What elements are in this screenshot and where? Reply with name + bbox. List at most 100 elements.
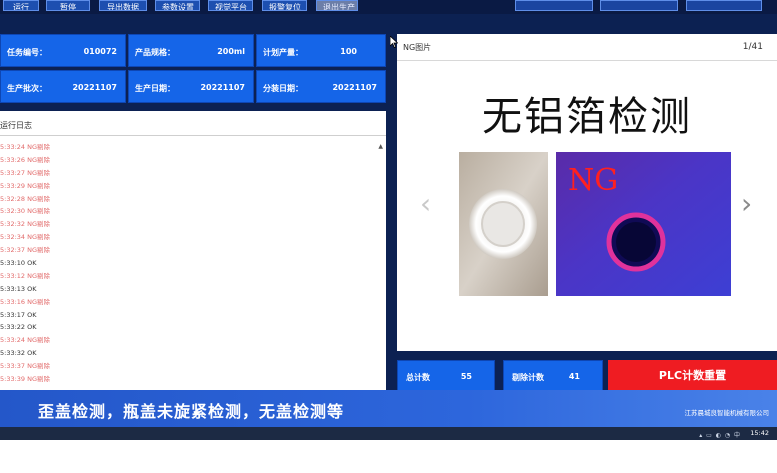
log-entry-status: NG剔除	[27, 297, 51, 306]
production-date-cell: 生产日期： 20221107	[128, 70, 254, 103]
parameter-settings-button[interactable]: 参数设置	[155, 0, 200, 11]
log-entry: 5:33:12 NG剔除	[0, 270, 370, 283]
production-batch-cell: 生产批次： 20221107	[0, 70, 126, 103]
packing-date-label: 分装日期：	[263, 84, 303, 93]
run-log-divider	[0, 135, 386, 136]
log-entry: 5:33:32 OK	[0, 347, 370, 360]
hmi-screen: 运行 暂停 导出数据 参数设置 视觉平台 报警复位 退出生产 任务编号： 010…	[0, 0, 777, 440]
toolbar-button-blank-2[interactable]	[600, 0, 678, 11]
run-button[interactable]: 运行	[3, 0, 39, 11]
log-entry: 5:33:37 NG剔除	[0, 360, 370, 373]
log-entry-status: OK	[27, 310, 37, 319]
log-entry-time: 5:33:12	[0, 271, 26, 280]
log-entry-status: OK	[27, 323, 37, 332]
product-spec-label: 产品规格：	[135, 48, 175, 57]
log-entry-status: NG剔除	[27, 233, 51, 242]
log-entry-time: 5:33:32	[0, 349, 26, 358]
product-spec-cell: 产品规格： 200ml	[128, 34, 254, 67]
log-entry: 5:32:30 NG剔除	[0, 205, 370, 218]
video-subtitle-bar: 歪盖检测，瓶盖未旋紧检测，无盖检测等 江苏晨城良智能机械有限公司	[0, 390, 777, 427]
log-entry: 5:33:22 OK	[0, 321, 370, 334]
log-entry-status: NG剔除	[27, 181, 51, 190]
run-log-list[interactable]: 5:33:24 NG剔除 5:33:26 NG剔除 5:33:27 NG剔除 5:33…	[0, 141, 370, 390]
log-entry-status: OK	[27, 259, 37, 268]
log-entry-time: 5:33:13	[0, 284, 26, 293]
reject-count-cell: 剔除计数 41	[503, 360, 603, 391]
log-entry: 5:33:39 NG剔除	[0, 373, 370, 386]
log-entry: 5:33:17 OK	[0, 309, 370, 322]
task-number-cell: 任务编号： 010072	[0, 34, 126, 67]
task-number-label: 任务编号：	[7, 48, 47, 57]
ng-image-panel: NG图片 1/41 无铝箔检测 ‹ › NG	[397, 34, 777, 351]
packing-date-cell: 分装日期： 20221107	[256, 70, 386, 103]
reject-count-label: 剔除计数	[512, 373, 544, 382]
log-entry: 5:33:24 NG剔除	[0, 334, 370, 347]
log-entry-time: 5:33:27	[0, 168, 26, 177]
ng-image-counter: 1/41	[742, 42, 763, 52]
run-log-title: 运行日志	[0, 121, 32, 130]
pause-button[interactable]: 暂停	[46, 0, 90, 11]
packing-date-value: 20221107	[332, 83, 377, 92]
log-entry: 5:33:13 OK	[0, 283, 370, 296]
bottle-mouth-photo	[459, 152, 548, 296]
next-image-chevron-icon[interactable]: ›	[741, 190, 752, 218]
log-entry-status: NG剔除	[27, 362, 51, 371]
log-entry-time: 5:32:37	[0, 246, 26, 255]
scroll-up-arrow-icon[interactable]: ▲	[378, 143, 383, 150]
log-entry-status: NG剔除	[27, 207, 51, 216]
toolbar-button-blank-3[interactable]	[686, 0, 762, 11]
log-entry-status: NG剔除	[27, 336, 51, 345]
total-count-value: 55	[460, 372, 472, 381]
log-entry: 5:33:27 NG剔除	[0, 167, 370, 180]
production-date-label: 生产日期：	[135, 84, 175, 93]
planned-output-label: 计划产量：	[263, 48, 303, 57]
product-spec-value: 200ml	[217, 47, 245, 56]
log-entry: 5:32:37 NG剔除	[0, 244, 370, 257]
system-tray-icons: ▴ ▭ ◐ ◔ 中	[699, 432, 741, 439]
mouse-cursor-icon	[390, 36, 398, 48]
run-log-panel: 运行日志 5:33:24 NG剔除 5:33:26 NG剔除 5:33:27 NG剔…	[0, 111, 386, 390]
vision-platform-button[interactable]: 视觉平台	[208, 0, 253, 11]
log-entry-time: 5:33:24	[0, 143, 26, 151]
log-entry-time: 5:33:29	[0, 181, 26, 190]
production-batch-label: 生产批次：	[7, 84, 47, 93]
log-entry: 5:32:28 NG剔除	[0, 193, 370, 206]
toolbar-button-blank-1[interactable]	[515, 0, 593, 11]
reject-count-value: 41	[568, 372, 580, 381]
taskbar-clock: 15:42	[750, 429, 769, 437]
ng-overlay-text: NG	[568, 163, 618, 198]
exit-production-button[interactable]: 退出生产	[316, 0, 358, 11]
log-entry-time: 5:33:17	[0, 310, 26, 319]
planned-output-value: 100	[340, 47, 357, 56]
total-count-label: 总计数	[406, 373, 430, 382]
log-entry: 5:32:32 NG剔除	[0, 218, 370, 231]
taskbar: ▴ ▭ ◐ ◔ 中 15:42	[0, 427, 777, 440]
planned-output-cell: 计划产量： 100	[256, 34, 386, 67]
log-entry-status: NG剔除	[27, 375, 51, 384]
alarm-reset-button[interactable]: 报警复位	[262, 0, 307, 11]
production-date-value: 20221107	[200, 83, 245, 92]
log-entry-time: 5:33:10	[0, 259, 26, 268]
log-entry-status: NG剔除	[27, 168, 51, 177]
log-entry-status: NG剔除	[27, 155, 51, 164]
production-batch-value: 20221107	[72, 83, 117, 92]
inspection-heading: 无铝箔检测	[482, 94, 692, 140]
previous-image-chevron-icon[interactable]: ‹	[420, 190, 431, 218]
log-entry-time: 5:33:39	[0, 375, 26, 384]
log-entry-status: OK	[27, 284, 37, 293]
log-entry-time: 5:32:30	[0, 207, 26, 216]
ng-image-divider	[397, 60, 777, 61]
log-entry-status: OK	[27, 349, 37, 358]
log-entry: 5:33:24 NG剔除	[0, 141, 370, 154]
plc-count-reset-button[interactable]: PLC计数重置	[608, 360, 777, 391]
video-subtitle: 歪盖检测，瓶盖未旋紧检测，无盖检测等	[38, 402, 345, 421]
log-entry-time: 5:33:26	[0, 155, 26, 164]
export-data-button[interactable]: 导出数据	[99, 0, 147, 11]
log-entry: 5:32:34 NG剔除	[0, 231, 370, 244]
log-entry-status: NG剔除	[27, 246, 51, 255]
log-entry-time: 5:33:37	[0, 362, 26, 371]
top-toolbar: 运行 暂停 导出数据 参数设置 视觉平台 报警复位 退出生产	[0, 0, 777, 14]
log-entry-time: 5:33:22	[0, 323, 26, 332]
log-entry-time: 5:33:16	[0, 297, 26, 306]
task-number-value: 010072	[83, 47, 117, 56]
